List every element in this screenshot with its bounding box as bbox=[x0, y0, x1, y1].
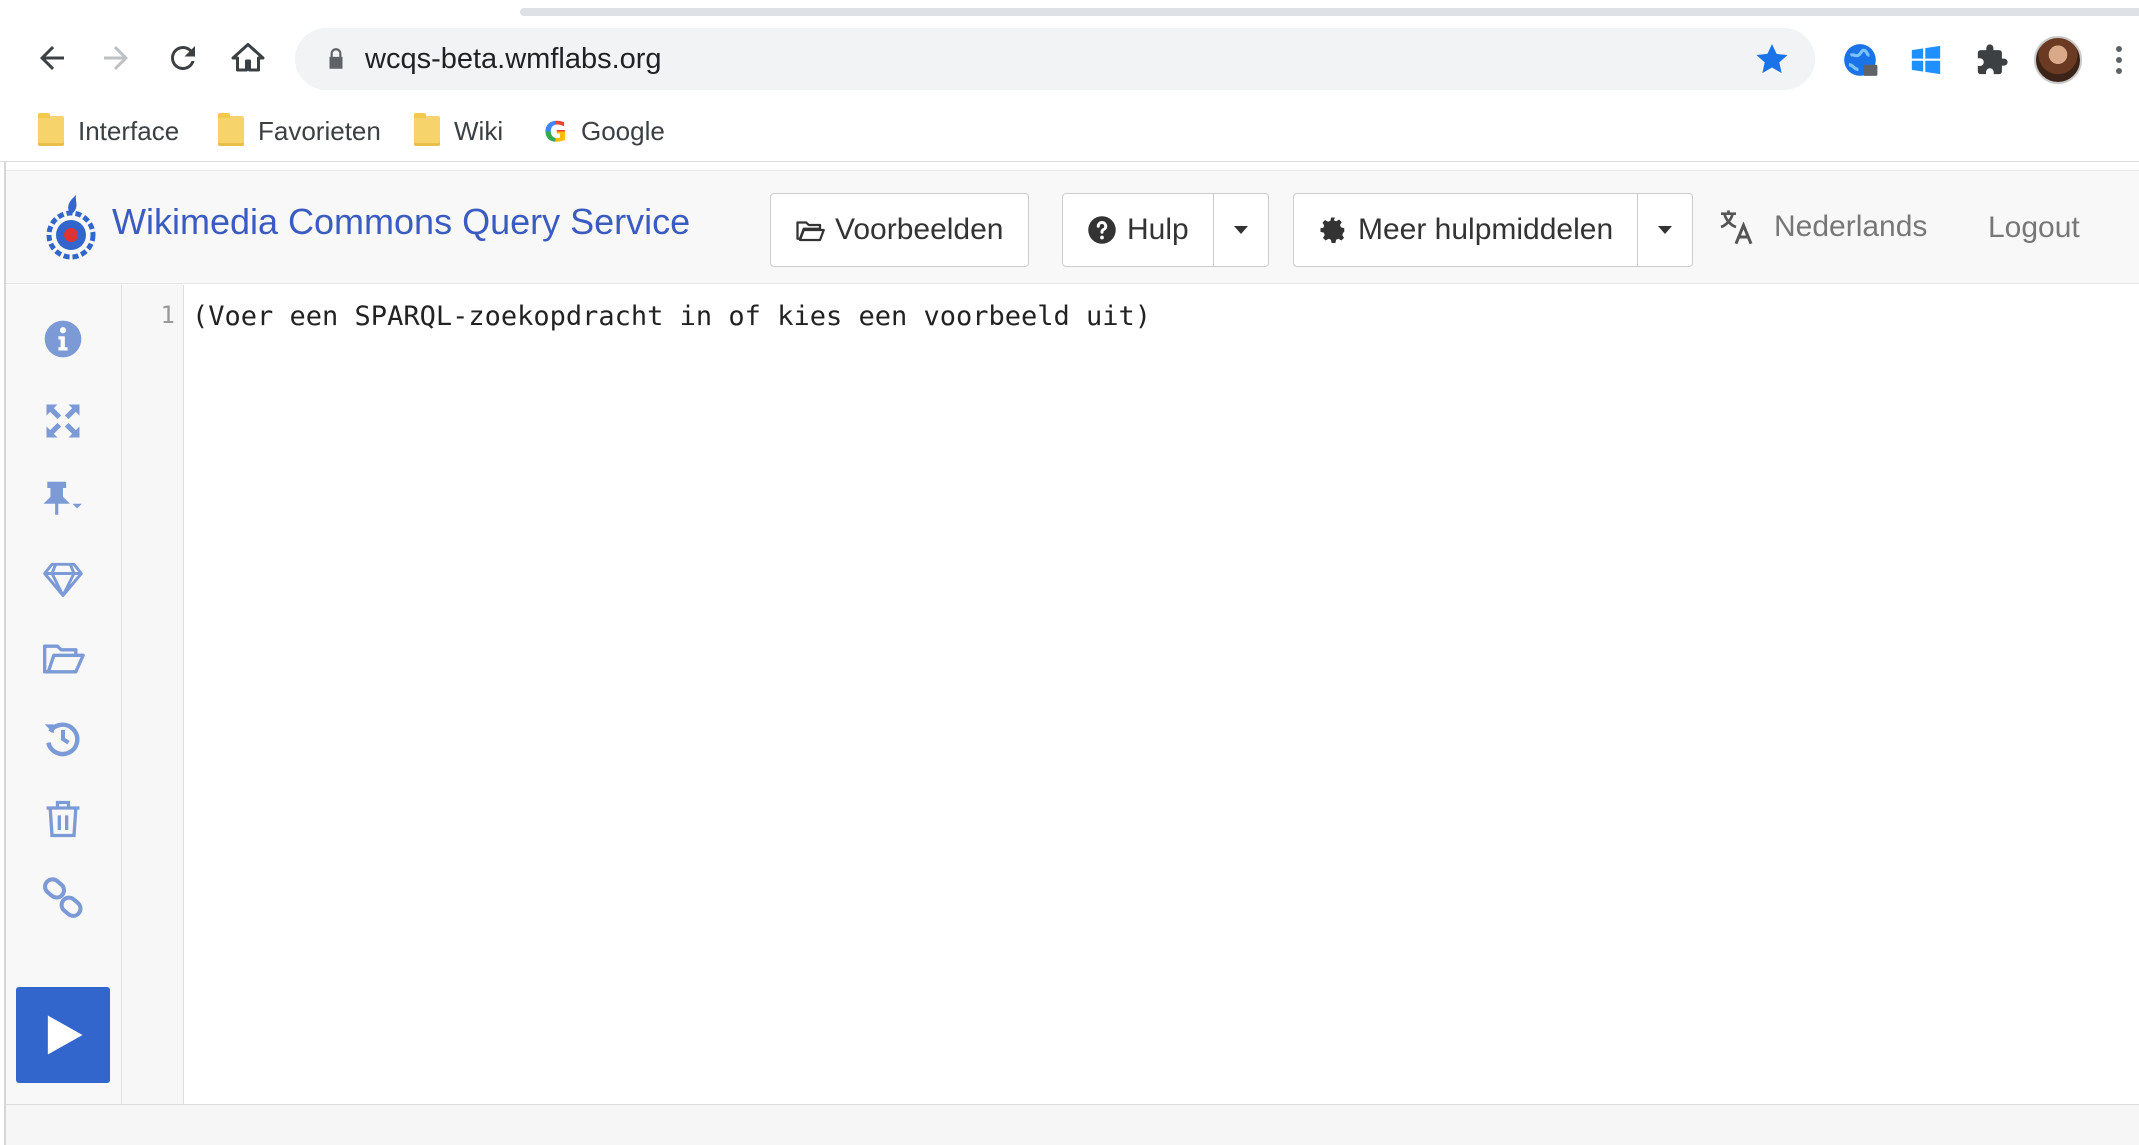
arrow-left-icon bbox=[40, 46, 64, 70]
editor-sidebar bbox=[6, 285, 122, 1105]
caret-down-icon bbox=[1233, 226, 1248, 234]
bookmark-label: Favorieten bbox=[258, 115, 381, 146]
extension-windows-button[interactable] bbox=[1904, 38, 1948, 82]
play-icon bbox=[47, 1015, 83, 1055]
page-title[interactable]: Wikimedia Commons Query Service bbox=[112, 201, 690, 243]
reload-button[interactable] bbox=[155, 30, 211, 86]
more-tools-dropdown-toggle[interactable] bbox=[1637, 194, 1692, 266]
pin-dropdown-button[interactable] bbox=[28, 471, 98, 527]
bookmark-interface[interactable]: Interface bbox=[38, 112, 179, 150]
logout-link[interactable]: Logout bbox=[1988, 211, 2080, 245]
more-tools-button[interactable]: Meer hulpmiddelen bbox=[1294, 194, 1637, 266]
clear-button[interactable] bbox=[28, 791, 98, 847]
reload-icon bbox=[170, 45, 195, 70]
examples-button[interactable]: Voorbeelden bbox=[770, 193, 1029, 267]
history-button[interactable] bbox=[28, 711, 98, 767]
line-number: 1 bbox=[160, 301, 175, 329]
bookmark-favorieten[interactable]: Favorieten bbox=[218, 112, 381, 150]
status-bar bbox=[6, 1104, 2139, 1145]
home-icon bbox=[231, 43, 265, 72]
info-button[interactable] bbox=[28, 311, 98, 367]
gear-icon bbox=[1320, 217, 1345, 243]
bookmark-google[interactable]: G Google bbox=[544, 112, 665, 150]
fullscreen-button[interactable] bbox=[28, 393, 98, 449]
back-button[interactable] bbox=[24, 30, 80, 86]
lock-icon bbox=[329, 48, 343, 69]
wikimedia-commons-logo-icon[interactable] bbox=[42, 193, 100, 263]
help-label: Hulp bbox=[1127, 213, 1189, 246]
examples-label: Voorbeelden bbox=[835, 213, 1004, 246]
url-text: wcqs-beta.wmflabs.org bbox=[365, 43, 662, 75]
help-button-group: Hulp bbox=[1062, 193, 1269, 267]
trash-icon bbox=[46, 800, 80, 838]
menu-kebab-icon[interactable] bbox=[2112, 40, 2126, 80]
pin-icon bbox=[43, 481, 82, 515]
query-editor[interactable]: (Voer een SPARQL-zoekopdracht in of kies… bbox=[184, 285, 2139, 1105]
browser-toolbar: wcqs-beta.wmflabs.org bbox=[0, 18, 2139, 100]
prefixes-button[interactable] bbox=[28, 551, 98, 607]
bookmark-wiki[interactable]: Wiki bbox=[414, 112, 503, 150]
more-tools-label: Meer hulpmiddelen bbox=[1358, 213, 1614, 246]
app-header: Wikimedia Commons Query Service Voorbeel… bbox=[6, 170, 2139, 284]
help-button[interactable]: Hulp bbox=[1063, 194, 1213, 266]
bookmarks-bar: Interface Favorieten Wiki G Google bbox=[0, 100, 2139, 162]
address-bar[interactable]: wcqs-beta.wmflabs.org bbox=[295, 28, 1815, 90]
profile-avatar[interactable] bbox=[2034, 36, 2082, 84]
bookmark-label: Google bbox=[580, 115, 665, 146]
fullscreen-icon bbox=[46, 404, 80, 438]
share-link-button[interactable] bbox=[28, 869, 98, 925]
caret-down-icon bbox=[1658, 226, 1673, 234]
question-circle-icon bbox=[1088, 216, 1116, 244]
tab-strip bbox=[520, 8, 2139, 16]
folder-open-icon bbox=[796, 221, 825, 242]
info-icon bbox=[44, 320, 82, 358]
translate-icon bbox=[1720, 210, 1753, 245]
forward-button[interactable] bbox=[88, 30, 144, 86]
folder-icon bbox=[218, 113, 244, 146]
bookmark-label: Interface bbox=[78, 115, 180, 146]
history-icon bbox=[44, 722, 80, 757]
windows-icon bbox=[1911, 45, 1941, 75]
extensions-button[interactable] bbox=[1970, 38, 2014, 82]
language-label: Nederlands bbox=[1774, 210, 1928, 243]
folder-icon bbox=[38, 113, 64, 146]
help-dropdown-toggle[interactable] bbox=[1212, 194, 1268, 266]
home-button[interactable] bbox=[220, 30, 276, 86]
globe-icon bbox=[1844, 44, 1878, 76]
arrow-right-icon bbox=[104, 46, 128, 70]
run-query-button[interactable] bbox=[16, 987, 110, 1083]
puzzle-icon bbox=[1977, 44, 2008, 75]
star-icon[interactable] bbox=[1753, 40, 1791, 78]
line-gutter: 1 bbox=[122, 285, 184, 1105]
more-tools-button-group: Meer hulpmiddelen bbox=[1293, 193, 1694, 267]
gem-icon bbox=[43, 562, 83, 597]
editor-placeholder: (Voer een SPARQL-zoekopdracht in of kies… bbox=[192, 301, 1152, 332]
google-icon: G bbox=[544, 114, 567, 148]
language-selector[interactable]: Nederlands bbox=[1716, 207, 1927, 247]
folder-open-icon bbox=[43, 644, 85, 674]
extension-globe-button[interactable] bbox=[1838, 38, 1882, 82]
folder-icon bbox=[414, 113, 440, 146]
bookmark-label: Wiki bbox=[454, 115, 504, 146]
open-query-button[interactable] bbox=[28, 631, 98, 687]
link-icon bbox=[43, 877, 83, 918]
